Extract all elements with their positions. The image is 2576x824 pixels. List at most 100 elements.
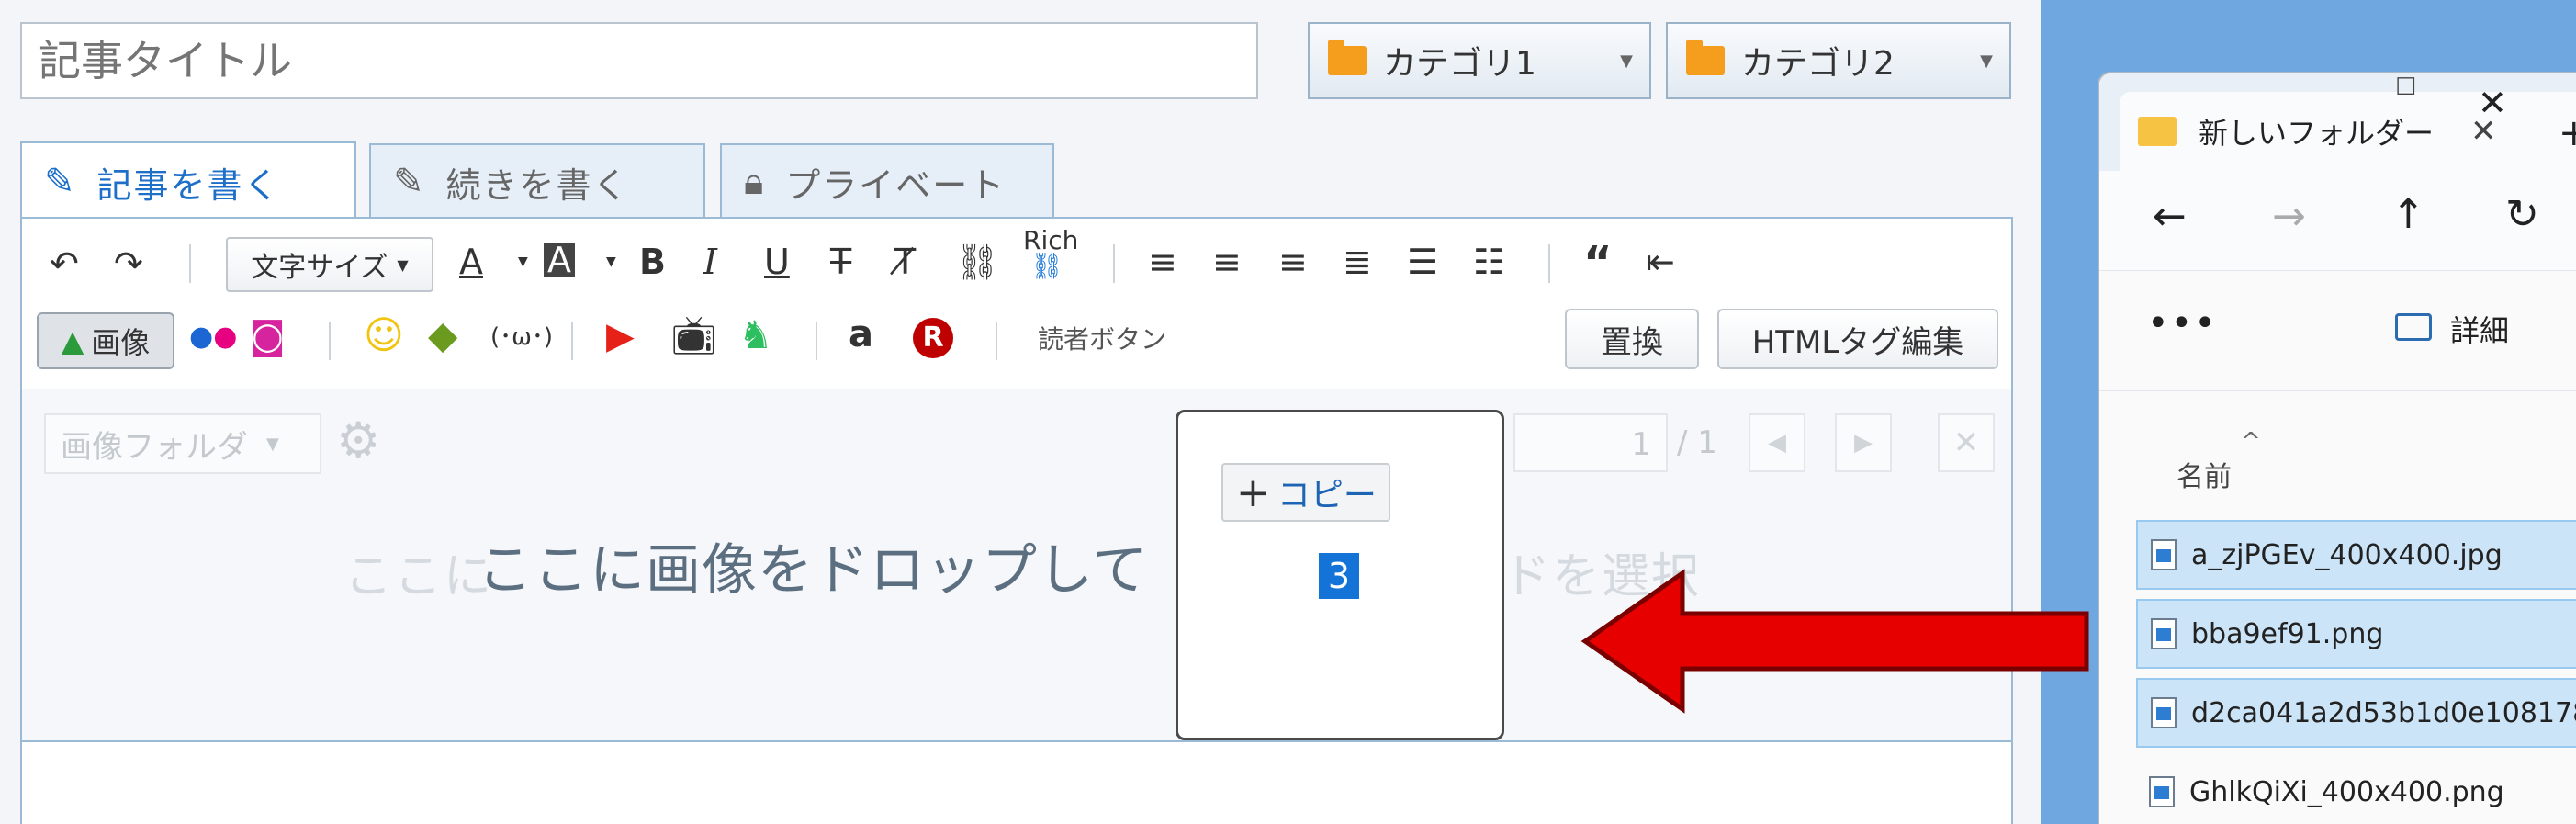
next-icon: ▶ [1854,429,1873,457]
replace-button-label: 置換 [1601,323,1663,361]
chevron-down-icon: ▼ [1980,51,1993,71]
quote-icon[interactable]: “ [1583,241,1613,285]
file-name: d2ca041a2d53b1d0e108178... [2191,696,2576,729]
next-page-button[interactable]: ▶ [1835,413,1892,472]
file-row[interactable]: a_zjPGEv_400x400.jpg [2136,520,2576,590]
article-body-editor[interactable] [20,742,2013,824]
instagram-icon[interactable]: ◙ [250,318,286,355]
redo-icon[interactable]: ↷ [114,246,143,281]
file-row[interactable]: GhlkQiXi_400x400.png [2136,757,2576,824]
tab-write-article[interactable]: ✎ 記事を書く [20,141,356,220]
align-justify-icon[interactable]: ≣ [1343,244,1372,279]
kaomoji-button[interactable]: (･ω･) [490,325,553,349]
copy-label: コピー [1277,477,1377,514]
explorer-nav-bar: ← → ↑ ↻ [2099,171,2576,270]
bold-icon[interactable]: B [639,244,666,279]
reader-button-label: 読者ボタン [1038,324,1167,355]
kaomoji-label: (･ω･) [490,323,554,351]
font-size-select[interactable]: 文字サイズ ▼ [226,237,433,292]
rakuten-icon[interactable]: R [913,318,953,358]
image-icon: ▲ [61,323,84,358]
prev-page-button[interactable]: ◀ [1749,413,1805,472]
html-edit-button-label: HTMLタグ編集 [1751,323,1964,361]
html-edit-button[interactable]: HTMLタグ編集 [1717,309,1998,369]
drag-count-badge: 3 [1319,553,1359,599]
file-name: GhlkQiXi_400x400.png [2189,775,2504,808]
refresh-icon[interactable]: ↻ [2505,191,2539,238]
back-icon[interactable]: ← [2153,193,2187,240]
category1-select[interactable]: カテゴリ1 ▼ [1308,22,1651,99]
chevron-down-icon[interactable]: ▼ [518,255,528,268]
tab-label: 続きを書く [445,164,630,206]
strikethrough-icon[interactable]: T [830,244,851,279]
align-center-icon[interactable]: ≡ [1212,244,1242,279]
close-panel-button[interactable]: ✕ [1938,413,1995,472]
image-folder-label: 画像フォルダ [61,428,248,466]
youtube-icon[interactable]: ▶ [606,318,635,355]
bullet-list-icon[interactable]: ☰ [1407,244,1438,279]
gear-icon[interactable]: ⚙ [336,412,380,469]
drop-text-ghost-left: ここに [344,549,494,604]
column-header-name[interactable]: 名前 [2177,454,2232,494]
category2-label: カテゴリ2 [1741,45,1895,83]
background-color-icon[interactable]: A [544,243,575,277]
folder-icon [2138,117,2177,146]
new-tab-icon[interactable]: + [2559,112,2576,154]
image-file-icon [2151,539,2177,570]
restore-icon[interactable]: ☐ [2395,73,2416,101]
page-number-input[interactable]: 1 [1513,413,1668,472]
evernote-icon[interactable]: ♞ [738,316,773,355]
tab-private[interactable]: 🔒︎ プライベート [720,143,1054,219]
explorer-tab-title: 新しいフォルダー [2199,116,2435,151]
replace-button[interactable]: 置換 [1565,309,1699,369]
undo-icon[interactable]: ↶ [50,246,79,281]
image-button[interactable]: ▲ 画像 [37,312,174,369]
close-window-icon[interactable]: ✕ [2478,83,2507,123]
outdent-icon[interactable]: ⇤ [1646,244,1675,279]
emoji-icon[interactable]: ☺ [364,316,404,355]
numbered-list-icon[interactable]: ☷ [1473,244,1504,279]
chevron-down-icon: ▼ [266,434,279,454]
explorer-tab[interactable]: 新しいフォルダー ✕ [2120,92,2576,171]
page-current: 1 [1631,426,1651,463]
image-file-icon [2149,776,2175,807]
details-pane-icon[interactable] [2395,313,2432,341]
align-right-icon[interactable]: ≡ [1278,244,1308,279]
forward-icon[interactable]: → [2272,193,2306,240]
lock-icon: 🔒︎ [744,161,766,203]
file-row[interactable]: bba9ef91.png [2136,599,2576,669]
chevron-down-icon: ▼ [397,255,409,274]
file-name: bba9ef91.png [2191,617,2384,650]
italic-icon[interactable]: I [703,244,717,279]
file-row[interactable]: d2ca041a2d53b1d0e108178... [2136,678,2576,748]
align-left-icon[interactable]: ≡ [1148,244,1177,279]
image-button-label: 画像 [91,325,151,360]
plus-icon: + [1236,468,1270,516]
file-name: a_zjPGEv_400x400.jpg [2191,538,2503,571]
font-size-label: 文字サイズ [251,252,388,284]
up-icon[interactable]: ↑ [2391,191,2425,238]
folder-icon [1686,40,1725,75]
sort-up-icon: ^ [2241,428,2261,456]
tab-write-continuation[interactable]: ✎ 続きを書く [369,143,705,219]
niconico-icon[interactable]: 📺︎ [670,318,717,355]
more-icon[interactable]: ••• [2147,302,2218,344]
text-color-icon[interactable]: A [459,244,483,279]
image-folder-select[interactable]: 画像フォルダ ▼ [44,413,321,474]
link-icon[interactable]: ⛓︎ [955,244,999,279]
explorer-tab-bar: 新しいフォルダー ✕ ☐ ✕ + [2099,73,2576,171]
close-icon: ✕ [1952,424,1980,461]
article-title-input[interactable] [20,22,1258,99]
rich-link-button[interactable]: Rich ⛓︎ [1023,228,1078,279]
clear-format-icon[interactable]: T̸ [894,244,916,279]
image-file-icon [2151,697,2177,728]
chevron-down-icon[interactable]: ▼ [606,255,616,268]
category2-select[interactable]: カテゴリ2 ▼ [1666,22,2011,99]
reader-button[interactable]: 読者ボタン [1038,327,1166,353]
flickr-icon[interactable]: ●● [189,323,237,351]
sticker-icon[interactable]: ◆ [428,316,457,355]
editor-toolbar: ↶ ↷ 文字サイズ ▼ A ▼ A ▼ B I U T T̸ ⛓︎ Rich ⛓… [20,217,2013,391]
underline-icon[interactable]: U [764,244,790,279]
amazon-icon[interactable]: a [849,316,873,353]
details-label[interactable]: 詳細 [2450,308,2509,350]
